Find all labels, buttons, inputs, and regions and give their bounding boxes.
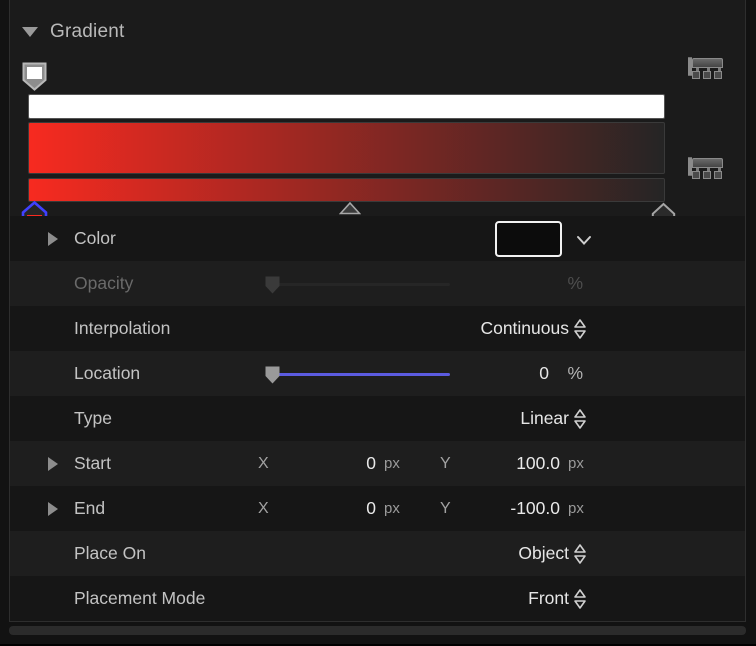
- opacity-tag-presets[interactable]: [688, 58, 692, 76]
- param-row-opacity[interactable]: Opacity%: [10, 261, 745, 306]
- popup-stepper-button[interactable]: [573, 408, 587, 430]
- opacity-tag-0[interactable]: [22, 62, 47, 91]
- gradient-section-header[interactable]: Gradient: [22, 17, 124, 47]
- y-value-field[interactable]: -100.0: [470, 498, 560, 519]
- param-value: Continuous: [480, 318, 569, 339]
- stepper-arrows-icon: [573, 543, 587, 565]
- preset-square-icon: [714, 171, 722, 179]
- y-unit-label: px: [568, 500, 584, 517]
- opacity-gradient-bar[interactable]: [28, 94, 665, 119]
- param-label: Interpolation: [74, 318, 170, 339]
- preset-square-icon: [703, 71, 711, 79]
- param-row-start[interactable]: Start X 0 px Y 100.0 px: [10, 441, 745, 486]
- panel-bottom-scrollbar[interactable]: [9, 626, 746, 635]
- disclosure-triangle-icon[interactable]: [22, 27, 38, 37]
- x-axis-label: X: [258, 500, 269, 518]
- x-unit-label: px: [384, 455, 400, 472]
- param-row-type[interactable]: Type Linear: [10, 396, 745, 441]
- param-row-interpolation[interactable]: Interpolation Continuous: [10, 306, 745, 351]
- popup-stepper-button[interactable]: [573, 318, 587, 340]
- preset-square-icon: [703, 171, 711, 179]
- slider-knob[interactable]: [265, 276, 280, 294]
- preset-square-icon: [692, 171, 700, 179]
- param-value: Front: [528, 588, 569, 609]
- param-label: Opacity: [74, 273, 133, 294]
- gradient-preview-bar[interactable]: [28, 122, 665, 174]
- color-swatch-button[interactable]: [495, 221, 562, 257]
- chevron-down-icon[interactable]: [576, 233, 592, 245]
- x-value-field[interactable]: 0: [340, 498, 376, 519]
- param-label: Place On: [74, 543, 146, 564]
- y-value-field[interactable]: 100.0: [470, 453, 560, 474]
- param-label: Color: [74, 228, 116, 249]
- x-unit-label: px: [384, 500, 400, 517]
- param-slider[interactable]: [265, 363, 450, 385]
- midpoint-marker-0[interactable]: [339, 202, 361, 215]
- midpoint-triangle-icon: [339, 202, 361, 215]
- stepper-arrows-icon: [573, 408, 587, 430]
- page-title: Gradient: [50, 21, 124, 43]
- preset-square-icon: [714, 71, 722, 79]
- slider-track: [275, 283, 450, 286]
- popup-stepper-button[interactable]: [573, 543, 587, 565]
- row-disclosure-icon[interactable]: [48, 457, 58, 471]
- y-axis-label: Y: [440, 500, 451, 518]
- parameter-rows: Color Opacity% Interpolation Continuous Loca…: [10, 216, 745, 621]
- param-label: Start: [74, 453, 111, 474]
- param-unit: %: [567, 363, 583, 384]
- slider-knob-icon: [265, 366, 280, 384]
- param-row-placement-mode[interactable]: Placement Mode Front: [10, 576, 745, 621]
- param-value[interactable]: 0: [539, 363, 549, 384]
- color-gradient-bar[interactable]: [28, 178, 665, 202]
- param-label: Location: [74, 363, 140, 384]
- x-axis-label: X: [258, 455, 269, 473]
- param-label: End: [74, 498, 105, 519]
- x-value-field[interactable]: 0: [340, 453, 376, 474]
- stepper-arrows-icon: [573, 588, 587, 610]
- slider-knob-icon: [265, 276, 280, 294]
- param-slider[interactable]: [265, 273, 450, 295]
- row-disclosure-icon[interactable]: [48, 232, 58, 246]
- y-unit-label: px: [568, 455, 584, 472]
- param-row-end[interactable]: End X 0 px Y -100.0 px: [10, 486, 745, 531]
- preset-tag-top-icon: [692, 158, 723, 168]
- y-axis-label: Y: [440, 455, 451, 473]
- param-value: Linear: [520, 408, 569, 429]
- param-row-color[interactable]: Color: [10, 216, 745, 261]
- opacity-tag-icon: [22, 62, 47, 91]
- row-disclosure-icon[interactable]: [48, 502, 58, 516]
- param-value: Object: [518, 543, 569, 564]
- popup-stepper-button[interactable]: [573, 588, 587, 610]
- param-label: Type: [74, 408, 112, 429]
- slider-knob[interactable]: [265, 366, 280, 384]
- param-unit: %: [567, 273, 583, 294]
- param-row-location[interactable]: Location 0%: [10, 351, 745, 396]
- inspector-panel: Gradient: [0, 0, 756, 646]
- param-label: Placement Mode: [74, 588, 205, 609]
- stepper-arrows-icon: [573, 318, 587, 340]
- color-tag-presets[interactable]: [688, 158, 692, 176]
- gradient-editor[interactable]: [28, 60, 668, 210]
- slider-track: [275, 373, 450, 376]
- preset-tag-top-icon: [692, 58, 723, 68]
- param-row-place-on[interactable]: Place On Object: [10, 531, 745, 576]
- preset-square-icon: [692, 71, 700, 79]
